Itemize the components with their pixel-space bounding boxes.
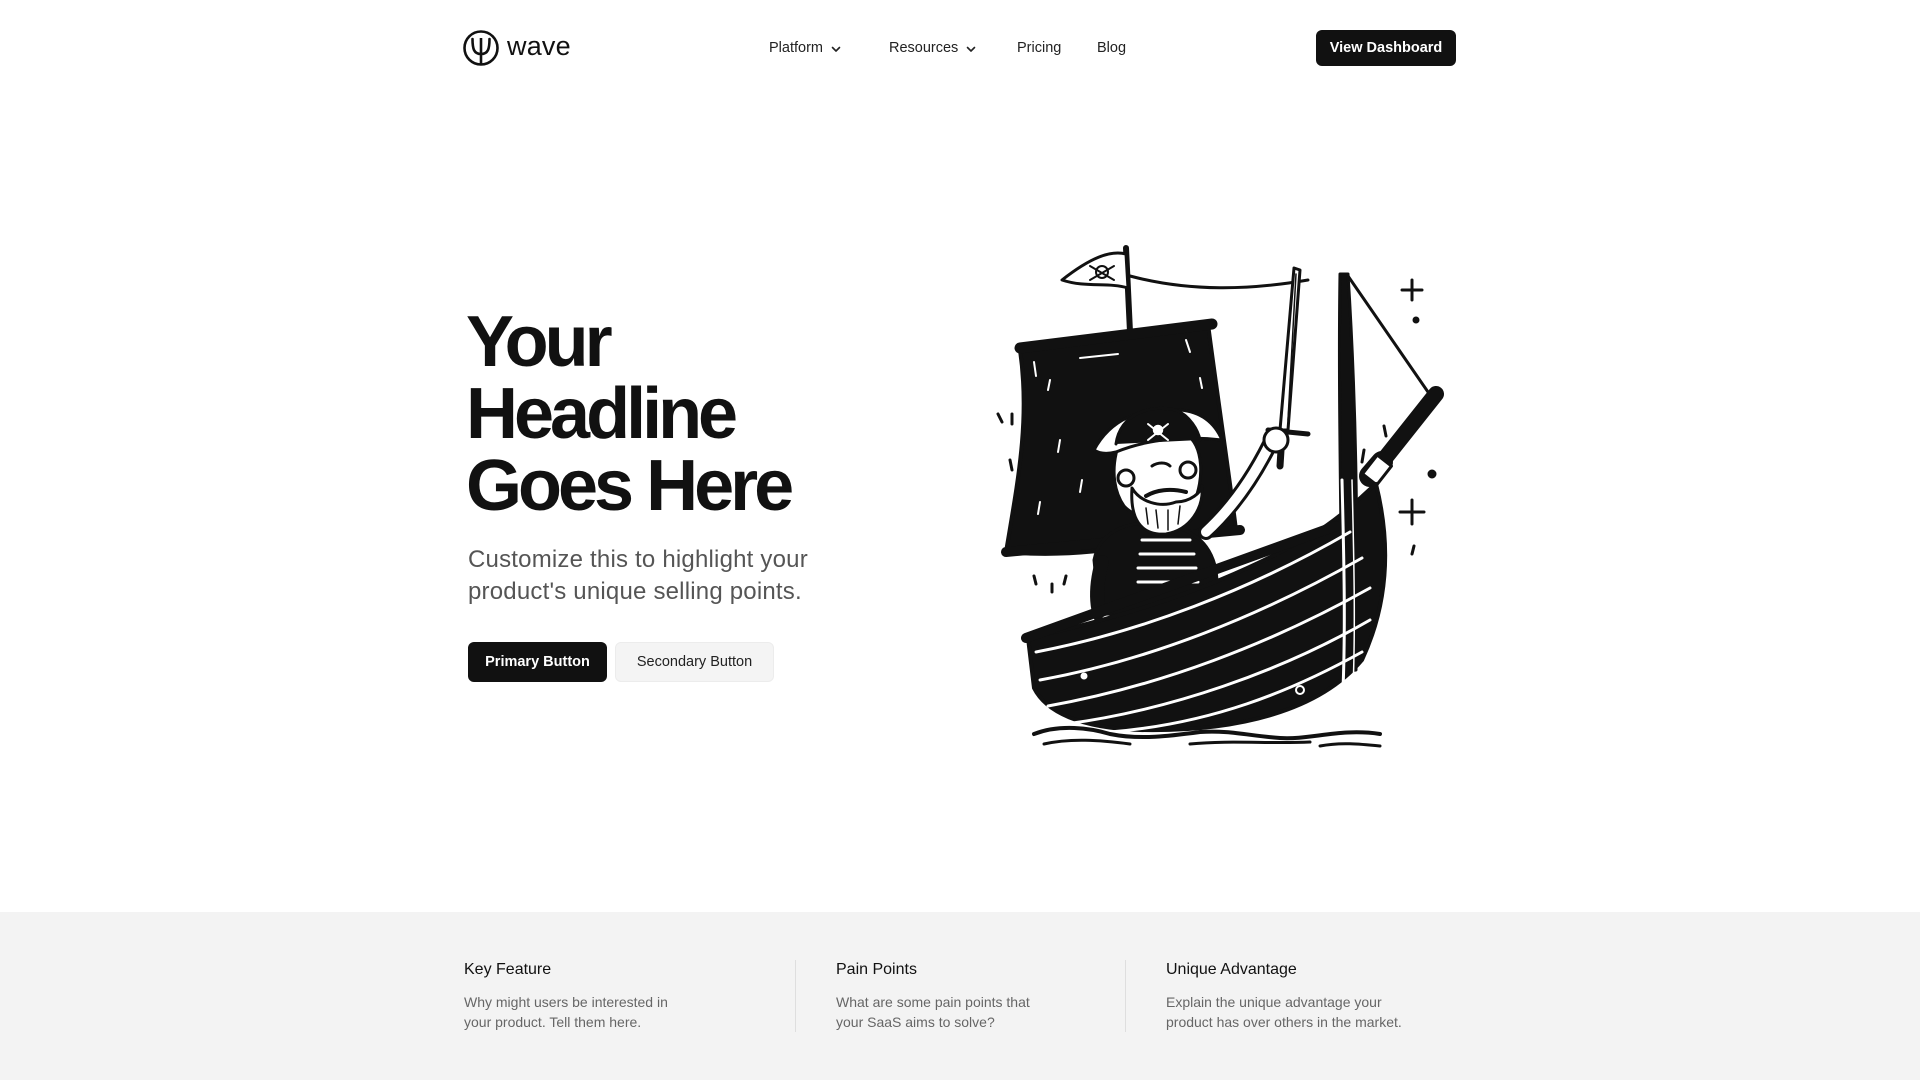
nav-item-platform[interactable]: Platform	[769, 36, 889, 60]
nav-item-label: Platform	[769, 40, 823, 56]
nav-item-label: Blog	[1097, 40, 1127, 56]
feature-key-feature: Key Feature Why might users be intereste…	[464, 960, 684, 1032]
main-nav: Platform Resources Pricing Blog	[769, 36, 1137, 60]
wave-logo-icon	[463, 30, 499, 66]
headline-line-3: Goes Here	[466, 446, 794, 526]
feature-title: Unique Advantage	[1166, 961, 1297, 978]
nav-item-resources[interactable]: Resources	[889, 36, 1017, 60]
logo-text: wave	[507, 30, 571, 61]
feature-title: Key Feature	[464, 961, 552, 978]
site-header: wave Platform Resources Pricing Blog Vie…	[0, 0, 1920, 96]
logo-link[interactable]: wave	[463, 28, 571, 68]
headline-line-2: Headline	[466, 374, 738, 454]
feature-description: Why might users be interested in your pr…	[464, 994, 668, 1030]
feature-unique-advantage: Unique Advantage Explain the unique adva…	[1166, 960, 1426, 1032]
hero-button-group: Primary Button Secondary Button	[468, 642, 774, 682]
feature-pain-points: Pain Points What are some pain points th…	[836, 960, 1036, 1032]
nav-item-label: Resources	[889, 40, 959, 56]
feature-divider	[1125, 960, 1126, 1032]
feature-divider	[795, 960, 796, 1032]
secondary-button[interactable]: Secondary Button	[615, 642, 774, 682]
hero-headline: Your Headline Goes Here	[466, 306, 886, 522]
nav-item-pricing[interactable]: Pricing	[1017, 36, 1097, 60]
nav-item-label: Pricing	[1017, 40, 1062, 56]
feature-description: What are some pain points that your SaaS…	[836, 994, 1030, 1030]
pirate-ship-illustration	[996, 245, 1444, 748]
feature-description: Explain the unique advantage your produc…	[1166, 994, 1402, 1030]
primary-button[interactable]: Primary Button	[468, 642, 607, 682]
chevron-down-icon	[967, 46, 976, 52]
headline-line-1: Your	[466, 302, 613, 382]
feature-title: Pain Points	[836, 961, 917, 978]
hero-subtitle: Customize this to highlight your product…	[468, 546, 808, 605]
chevron-down-icon	[831, 46, 841, 52]
view-dashboard-button[interactable]: View Dashboard	[1316, 30, 1456, 66]
features-section: Key Feature Why might users be intereste…	[0, 912, 1920, 1080]
nav-item-blog[interactable]: Blog	[1097, 36, 1137, 60]
